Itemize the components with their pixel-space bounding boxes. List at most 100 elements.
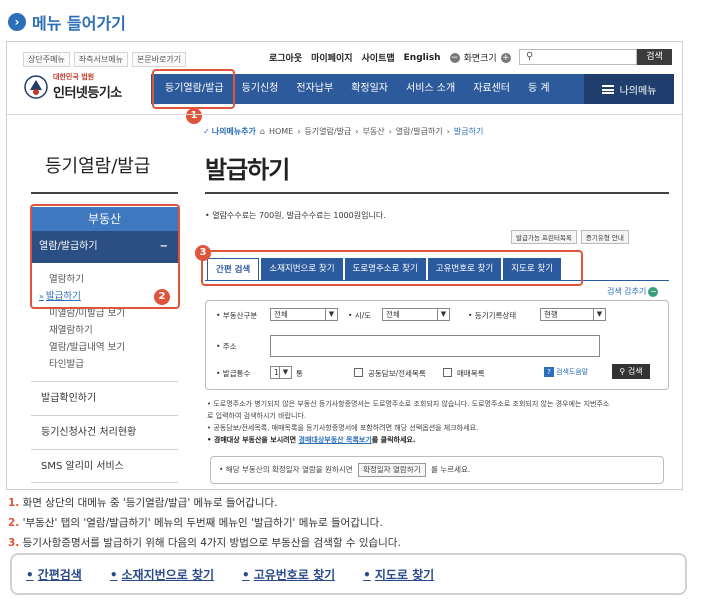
step-item: 1. 화면 상단의 대메뉴 중 '등기열람/발급' 메뉴로 들어갑니다.: [8, 497, 278, 509]
info-links: 발급가능 프린터목록 증기유형 안내: [511, 230, 629, 244]
search-button-label: 검색: [627, 367, 643, 376]
joint-collateral-checkbox[interactable]: [354, 368, 363, 377]
divider: [205, 192, 669, 194]
site-screenshot: 상단주메뉴 좌측서브메뉴 본문바로가기 로그아웃 마이페이지 사이트맵 Engl…: [6, 41, 683, 490]
step-marker: 3: [195, 245, 211, 261]
breadcrumb: ✓ 나의메뉴추가 ⌂ HOME › 등기열람/발급 › 부동산 › 열람/발급하…: [203, 126, 484, 137]
search-methods: • 간편검색 • 소재지번으로 찾기 • 고유번호로 찾기 • 지도로 찾기: [10, 553, 687, 595]
notice-list: • 도로명주소가 병기되지 않은 부동산 등기사항증명서는 도로명주소로 조회되…: [207, 398, 671, 446]
method-link-simple[interactable]: • 간편검색: [26, 566, 82, 583]
property-type-select[interactable]: 전체 ▼: [270, 308, 338, 321]
zoom-control: − 화면크기 +: [449, 51, 511, 64]
sitemap-link[interactable]: 사이트맵: [362, 51, 395, 64]
nav-item-stats[interactable]: 등 계: [519, 74, 559, 104]
printer-list-link[interactable]: 발급가능 프린터목록: [511, 230, 577, 244]
skip-link[interactable]: 좌측서브메뉴: [73, 52, 128, 67]
divider: [7, 114, 682, 115]
sidebar-item-sms[interactable]: SMS 알리미 서비스: [31, 449, 178, 483]
notice-item: • 경매대상 부동산을 보시려면 경매대상부동산 목록보기를 클릭하세요.: [207, 436, 416, 444]
hide-search-label: 검색 감추기: [607, 287, 647, 296]
divider: [31, 192, 178, 194]
field-label: • 부동산구분: [216, 311, 258, 320]
logout-link[interactable]: 로그아웃: [269, 51, 302, 64]
utility-menu: 로그아웃 마이페이지 사이트맵 English − 화면크기 +: [269, 51, 511, 64]
search-button[interactable]: ⚲ 검색: [612, 364, 650, 379]
address-input[interactable]: [270, 335, 600, 357]
search-icon: ⚲: [619, 367, 626, 376]
hamburger-icon: [601, 84, 614, 94]
method-link-map[interactable]: • 지도로 찾기: [363, 566, 434, 583]
copies-unit: 통: [296, 369, 303, 378]
search-help-link[interactable]: ? 검색도움말: [544, 367, 588, 377]
chevron-down-icon: ▼: [437, 309, 449, 320]
method-link-unique-number[interactable]: • 고유번호로 찾기: [242, 566, 335, 583]
add-my-menu-label: 나의메뉴추가: [211, 127, 256, 136]
highlight-box-3: [201, 250, 583, 286]
sidebar-title: 등기열람/발급: [45, 156, 151, 177]
breadcrumb-current: 발급하기: [453, 127, 484, 136]
step-item: 2. '부동산' 탭의 '열람/발급하기' 메뉴의 두번째 메뉴인 '발급하기'…: [8, 517, 383, 529]
type-guide-link[interactable]: 증기유형 안내: [580, 230, 629, 244]
breadcrumb-item[interactable]: 열람/발급하기: [396, 126, 443, 137]
copies-select[interactable]: 1 ▼: [270, 366, 292, 379]
submenu-item[interactable]: 타인발급: [49, 356, 125, 373]
notice-item: 로 입력하여 검색하시기 바랍니다.: [207, 412, 307, 420]
question-icon: ?: [544, 367, 554, 377]
site-search-button[interactable]: 검색: [637, 49, 672, 65]
skip-link[interactable]: 본문바로가기: [131, 52, 187, 67]
nav-item-epayment[interactable]: 전자납부: [287, 74, 342, 104]
step-marker: 1: [186, 108, 202, 124]
court-emblem-icon: [24, 74, 48, 99]
chevron-down-icon: ▼: [593, 309, 605, 320]
step-marker: 2: [154, 289, 170, 305]
breadcrumb-item[interactable]: 부동산: [363, 126, 385, 137]
chevron-right-icon: ›: [8, 13, 26, 31]
nav-item-fixed-date[interactable]: 확정일자: [342, 74, 397, 104]
hide-search-toggle[interactable]: 검색 감추기 −: [607, 286, 659, 297]
sidebar-item-issue-check[interactable]: 발급확인하기: [31, 381, 178, 415]
page-title: 발급하기: [205, 156, 290, 184]
step-list: 1. 화면 상단의 대메뉴 중 '등기열람/발급' 메뉴로 들어갑니다. 2. …: [8, 493, 401, 553]
add-my-menu-link[interactable]: ✓ 나의메뉴추가: [203, 126, 256, 137]
site-search-input[interactable]: ⚲: [519, 49, 637, 65]
submenu-item[interactable]: 열람/발급내역 보기: [49, 339, 125, 356]
logo-title: 인터넷등기소: [53, 86, 122, 101]
skip-links: 상단주메뉴 좌측서브메뉴 본문바로가기: [23, 52, 187, 67]
step-item: 3. 등기사항증명서를 발급하기 위해 다음의 4가지 방법으로 부동산을 검색…: [8, 537, 401, 549]
checkbox-label: 공동담보/전세목록: [368, 369, 426, 378]
notice-item: • 도로명주소가 병기되지 않은 부동산 등기사항증명서는 도로명주소로 조회되…: [207, 400, 610, 408]
nav-item-resources[interactable]: 자료센터: [464, 74, 519, 104]
zoom-out-icon[interactable]: −: [449, 52, 460, 63]
submenu-item[interactable]: 재열람하기: [49, 322, 125, 339]
section-title: 메뉴 들어가기: [32, 14, 126, 33]
site-logo[interactable]: 대한민국 법원 인터넷등기소: [23, 72, 122, 101]
mypage-link[interactable]: 마이페이지: [311, 51, 352, 64]
nav-item-service[interactable]: 서비스 소개: [397, 74, 464, 104]
notice-item: • 공동담보/전세목록, 매매목록을 등기사항증명서에 포함하려면 해당 선택옵…: [207, 424, 479, 432]
fee-notice: • 열람수수료는 700원, 발급수수료는 1000원입니다.: [205, 211, 386, 220]
field-label: • 시/도: [348, 311, 372, 320]
my-menu-button[interactable]: 나의메뉴: [584, 74, 674, 104]
skip-link[interactable]: 상단주메뉴: [23, 52, 70, 67]
english-link[interactable]: English: [404, 53, 441, 63]
record-status-select[interactable]: 현행 ▼: [540, 308, 606, 321]
zoom-label: 화면크기: [463, 54, 497, 64]
zoom-in-icon[interactable]: +: [500, 52, 511, 63]
breadcrumb-item[interactable]: 등기열람/발급: [304, 126, 351, 137]
highlight-box-1: [152, 69, 235, 109]
checkmark-icon: ✓: [203, 127, 210, 136]
chevron-down-icon: ▼: [279, 367, 291, 378]
auction-list-link[interactable]: 경매대상부동산 목록보기: [299, 436, 372, 444]
checkbox-label: 매매목록: [457, 369, 485, 378]
city-select[interactable]: 전체 ▼: [382, 308, 450, 321]
fixed-date-notice: • 해당 부동산의 확정일자 열람을 원하시면 확정일자 열람하기 를 누르세요…: [210, 456, 664, 484]
notice-text: • 해당 부동산의 확정일자 열람을 원하시면: [219, 465, 353, 474]
method-link-lot-address[interactable]: • 소재지번으로 찾기: [110, 566, 214, 583]
nav-item-registry-apply[interactable]: 등기신청: [233, 74, 288, 104]
sidebar-item-case-status[interactable]: 등기신청사건 처리현황: [31, 415, 178, 449]
fixed-date-view-button[interactable]: 확정일자 열람하기: [358, 463, 426, 477]
logo-subtitle: 대한민국 법원: [53, 73, 95, 81]
sales-list-checkbox[interactable]: [443, 368, 452, 377]
breadcrumb-item[interactable]: HOME: [269, 127, 293, 136]
field-label: • 발급통수: [216, 369, 251, 378]
